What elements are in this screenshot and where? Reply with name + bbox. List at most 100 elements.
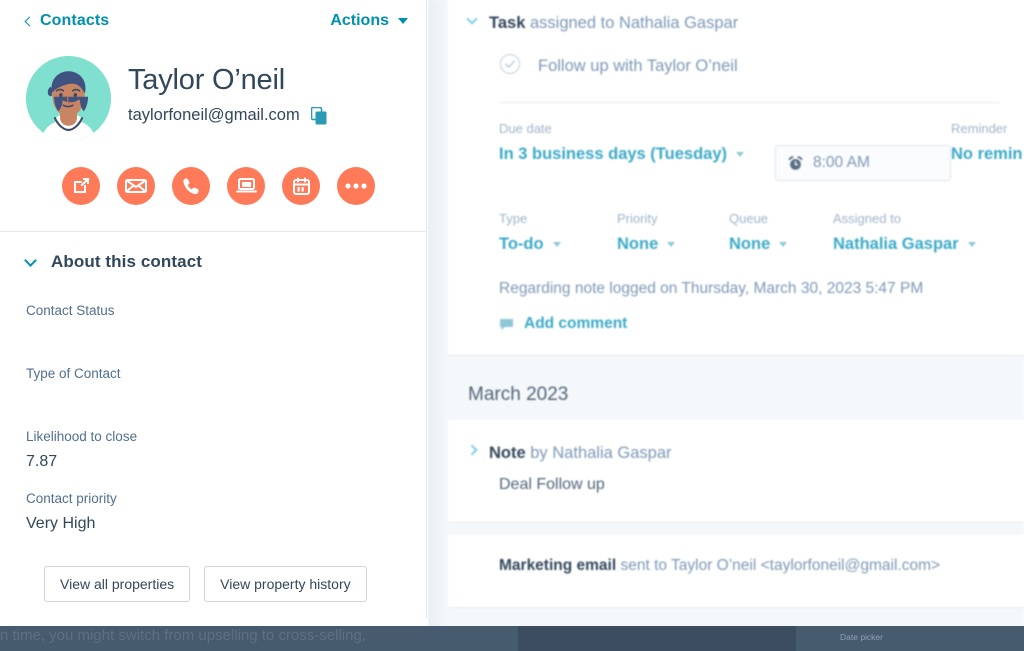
email-header-bold: Marketing email [499, 557, 617, 575]
add-comment-label: Add comment [524, 315, 628, 333]
field-value: None [617, 235, 659, 254]
property-list: Contact Status Type of Contact Likelihoo… [0, 272, 426, 534]
property-value: Very High [26, 514, 96, 532]
field-priority: Priority None [617, 211, 729, 254]
property-likelihood-to-close[interactable]: Likelihood to close 7.87 [26, 428, 400, 472]
field-value: In 3 business days (Tuesday) [499, 145, 728, 164]
add-comment-link[interactable]: Add comment [448, 298, 1024, 333]
identity-text: Taylor O’neil taylorfoneil@gmail.com [128, 56, 327, 125]
task-attributes-row: Type To-do Priority None Queue None Assi… [448, 181, 1024, 254]
about-section-title: About this contact [51, 252, 203, 271]
property-contact-priority[interactable]: Contact priority Very High [26, 490, 400, 534]
alarm-clock-icon [788, 155, 803, 170]
about-this-contact-header[interactable]: About this contact [0, 232, 426, 272]
sidebar-bottom-mask [0, 618, 428, 626]
field-label: Type [499, 211, 528, 227]
property-value: 7.87 [26, 452, 58, 470]
bottom-bar-segment [518, 626, 796, 651]
timeline-email-card: Marketing email sent to Taylor O’neil <t… [448, 535, 1024, 608]
chevron-right-icon[interactable] [466, 444, 478, 456]
email-card-header[interactable]: Marketing email sent to Taylor O’neil <t… [448, 555, 1024, 577]
chevron-down-icon [24, 253, 37, 267]
priority-dropdown[interactable]: None [617, 235, 729, 254]
property-label: Contact Status [26, 303, 115, 318]
email-header-rest: sent to Taylor O’neil <taylorfoneil@gmai… [616, 557, 941, 575]
field-value: No remin [951, 145, 1023, 164]
field-value: Nathalia Gaspar [833, 235, 959, 254]
task-title-row: Follow up with Taylor O’neil [448, 35, 1024, 80]
field-label: Due date [499, 121, 552, 137]
property-label: Likelihood to close [26, 429, 138, 444]
type-dropdown[interactable]: To-do [499, 235, 617, 254]
field-queue: Queue None [729, 211, 833, 254]
due-date-dropdown[interactable]: In 3 business days (Tuesday) [499, 145, 761, 164]
field-value: To-do [499, 235, 544, 254]
chevron-left-icon [24, 16, 35, 26]
ellipsis-icon [345, 183, 367, 189]
view-property-history-button[interactable]: View property history [204, 566, 367, 603]
check-circle-icon [499, 53, 521, 75]
task-title[interactable]: Follow up with Taylor O’neil [538, 57, 738, 76]
panel-gutter [428, 0, 448, 651]
avatar-illustration [26, 56, 111, 141]
call-button[interactable] [172, 167, 210, 205]
chevron-down-icon[interactable] [466, 13, 478, 25]
reminder-dropdown[interactable]: No remin [951, 145, 1023, 164]
assigned-to-dropdown[interactable]: Nathalia Gaspar [833, 235, 976, 254]
page-title: Taylor O’neil [128, 64, 285, 96]
contact-sidebar: Contacts Actions Taylor O’neil taylorfon… [0, 0, 427, 651]
task-header-text: Task assigned to Nathalia Gaspar [489, 12, 738, 35]
due-time-input[interactable]: 8:00 AM [775, 145, 951, 182]
breadcrumb-contacts[interactable]: Contacts [24, 12, 110, 30]
chevron-down-icon [552, 242, 561, 248]
due-time-value: 8:00 AM [813, 154, 870, 172]
month-separator: March 2023 [448, 356, 1024, 421]
task-regarding-text: Regarding note logged on Thursday, March… [499, 280, 924, 298]
more-button[interactable] [337, 167, 375, 205]
comment-icon [500, 318, 513, 330]
timeline-task-card: Task assigned to Nathalia Gaspar Follow … [448, 0, 1024, 357]
actions-dropdown[interactable]: Actions [330, 12, 408, 30]
breadcrumb-label: Contacts [40, 12, 110, 29]
bottom-bar-ghost-text: n time, you might switch from upselling … [0, 627, 366, 644]
chevron-down-icon [398, 18, 408, 24]
app-root: Contacts Actions Taylor O’neil taylorfon… [0, 0, 1024, 651]
sidebar-topbar: Contacts Actions [0, 0, 426, 42]
field-label-spacer [761, 121, 951, 136]
note-body: Deal Follow up [499, 476, 605, 494]
note-header-text: Note by Nathalia Gaspar [489, 442, 672, 465]
field-due-time: 8:00 AM [761, 121, 951, 182]
chevron-down-icon [967, 242, 976, 248]
copy-icon[interactable] [310, 106, 327, 125]
meeting-button[interactable] [227, 167, 265, 205]
chevron-down-icon [779, 242, 788, 248]
task-header-bold: Task [489, 14, 526, 32]
quick-action-buttons [0, 141, 426, 205]
calendar-icon [292, 177, 310, 195]
field-value: None [729, 235, 771, 254]
property-label: Type of Contact [26, 366, 121, 381]
date-picker-caption: Date picker [840, 632, 883, 642]
task-button[interactable] [282, 167, 320, 205]
property-contact-status[interactable]: Contact Status [26, 302, 400, 365]
chevron-down-icon [667, 242, 676, 248]
actions-label: Actions [330, 12, 389, 29]
avatar [26, 56, 111, 141]
field-due-date: Due date In 3 business days (Tuesday) [499, 121, 761, 181]
field-reminder: Reminder No remin [951, 121, 1023, 181]
field-label: Queue [729, 211, 769, 227]
activity-timeline-panel: Task assigned to Nathalia Gaspar Follow … [428, 0, 1024, 651]
queue-dropdown[interactable]: None [729, 235, 833, 254]
note-header-rest: by Nathalia Gaspar [525, 444, 672, 463]
property-type-of-contact[interactable]: Type of Contact [26, 365, 400, 428]
note-button[interactable] [62, 167, 100, 205]
bottom-overlay-bar: n time, you might switch from upselling … [0, 626, 1024, 651]
task-card-header[interactable]: Task assigned to Nathalia Gaspar [448, 12, 1024, 35]
field-label: Priority [617, 211, 658, 227]
laptop-icon [235, 178, 257, 193]
email-button[interactable] [117, 167, 155, 205]
task-complete-checkbox[interactable] [499, 53, 521, 80]
envelope-icon [125, 179, 147, 193]
view-all-properties-button[interactable]: View all properties [44, 566, 191, 603]
note-card-header[interactable]: Note by Nathalia Gaspar [448, 442, 1024, 465]
